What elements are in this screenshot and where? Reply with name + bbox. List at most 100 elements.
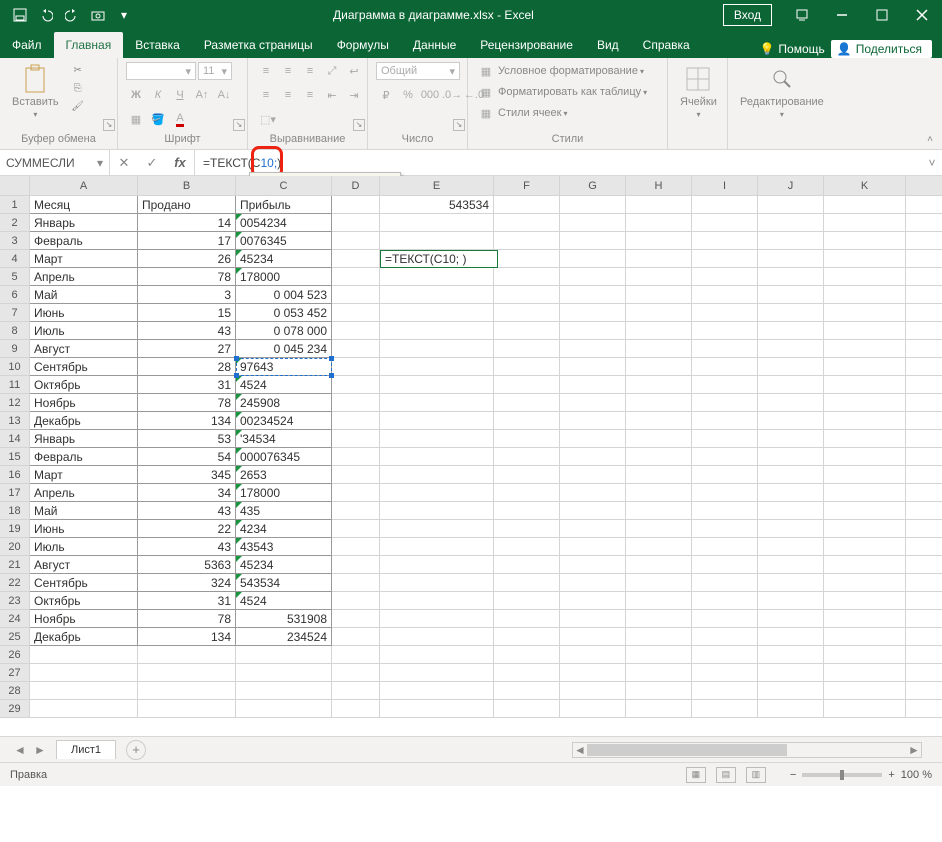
fill-color-icon[interactable]: 🪣 [148,110,168,128]
cell[interactable] [494,664,560,682]
cell[interactable] [332,196,380,214]
cell[interactable] [758,250,824,268]
cell[interactable] [494,232,560,250]
cell[interactable] [236,664,332,682]
cell[interactable] [626,196,692,214]
indent-inc-icon[interactable]: ⇥ [344,86,364,104]
cell[interactable] [626,502,692,520]
cell[interactable] [758,466,824,484]
cell[interactable] [626,646,692,664]
column-header[interactable]: D [332,176,380,195]
minimize-icon[interactable] [822,0,862,30]
cell[interactable] [560,232,626,250]
cell[interactable]: 134 [138,412,236,430]
row-header[interactable]: 6 [0,286,30,303]
cell[interactable] [380,376,494,394]
name-box[interactable]: СУММЕСЛИ▾ [0,150,110,175]
cell[interactable]: 234524 [236,628,332,646]
cell[interactable]: Апрель [30,268,138,286]
row-header[interactable]: 28 [0,682,30,699]
cell[interactable] [626,340,692,358]
cell[interactable] [494,682,560,700]
cell[interactable]: 5363 [138,556,236,574]
fx-icon[interactable]: fx [166,155,194,170]
cell[interactable] [332,448,380,466]
cell[interactable] [758,538,824,556]
cell[interactable] [560,592,626,610]
cell[interactable]: Июнь [30,304,138,322]
cell[interactable] [30,646,138,664]
cell[interactable] [560,556,626,574]
cell[interactable] [380,682,494,700]
row-header[interactable]: 16 [0,466,30,483]
share-button[interactable]: 👤 Поделиться [831,40,932,58]
maximize-icon[interactable] [862,0,902,30]
cell[interactable]: Декабрь [30,628,138,646]
cell[interactable] [758,394,824,412]
cell[interactable] [824,340,906,358]
cell[interactable] [494,700,560,718]
cell[interactable] [758,520,824,538]
cells-button[interactable]: Ячейки▾ [676,62,721,121]
cell[interactable] [332,376,380,394]
column-header[interactable]: K [824,176,906,195]
cell[interactable] [692,250,758,268]
row-header[interactable]: 17 [0,484,30,501]
cell[interactable] [560,610,626,628]
cell[interactable] [626,214,692,232]
row-header[interactable]: 4 [0,250,30,267]
cell[interactable]: Октябрь [30,376,138,394]
cell[interactable] [626,268,692,286]
formula-input[interactable]: =ТЕКСТ(C10; ) ТЕКСТ(значение; формат) [195,150,922,175]
row-header[interactable]: 14 [0,430,30,447]
page-layout-view-icon[interactable]: ▤ [716,767,736,783]
zoom-in-icon[interactable]: + [888,769,894,781]
camera-icon[interactable] [86,3,110,27]
cell[interactable] [758,556,824,574]
cell[interactable] [380,502,494,520]
cell[interactable] [758,592,824,610]
cell[interactable] [758,502,824,520]
cell[interactable] [332,664,380,682]
cell[interactable] [692,484,758,502]
cell[interactable] [758,610,824,628]
tab-view[interactable]: Вид [585,32,631,58]
cell[interactable]: 97643 [236,358,332,376]
cell[interactable]: Февраль [30,232,138,250]
row-header[interactable]: 8 [0,322,30,339]
cell[interactable] [692,322,758,340]
cell[interactable] [560,628,626,646]
cell[interactable] [332,250,380,268]
inc-decimal-icon[interactable]: .0→ [442,86,462,104]
cell[interactable]: 134 [138,628,236,646]
column-header[interactable]: I [692,176,758,195]
cell[interactable] [692,394,758,412]
cell[interactable]: 4234 [236,520,332,538]
cell[interactable] [332,574,380,592]
cell[interactable] [758,484,824,502]
cell[interactable]: 0076345 [236,232,332,250]
cell[interactable] [626,466,692,484]
currency-icon[interactable]: ₽ [376,86,396,104]
cell[interactable] [758,304,824,322]
cell[interactable]: 0 045 234 [236,340,332,358]
cell[interactable]: 45234 [236,250,332,268]
cell[interactable] [380,610,494,628]
tell-me-button[interactable]: 💡 Помощь [759,42,824,56]
cell[interactable]: Январь [30,214,138,232]
merge-icon[interactable]: ⬚▾ [256,110,280,128]
cell[interactable] [824,430,906,448]
number-expand-icon[interactable]: ↘ [453,119,465,131]
cell[interactable] [332,412,380,430]
cell[interactable] [758,430,824,448]
cell[interactable] [692,304,758,322]
cell[interactable]: Продано [138,196,236,214]
cell[interactable] [824,628,906,646]
cell[interactable] [824,610,906,628]
sheet-nav-prev-icon[interactable]: ◄ [10,743,30,757]
cell[interactable] [560,484,626,502]
cell[interactable]: 543534 [236,574,332,592]
cell[interactable] [824,286,906,304]
cell[interactable]: Декабрь [30,412,138,430]
cell[interactable] [560,214,626,232]
